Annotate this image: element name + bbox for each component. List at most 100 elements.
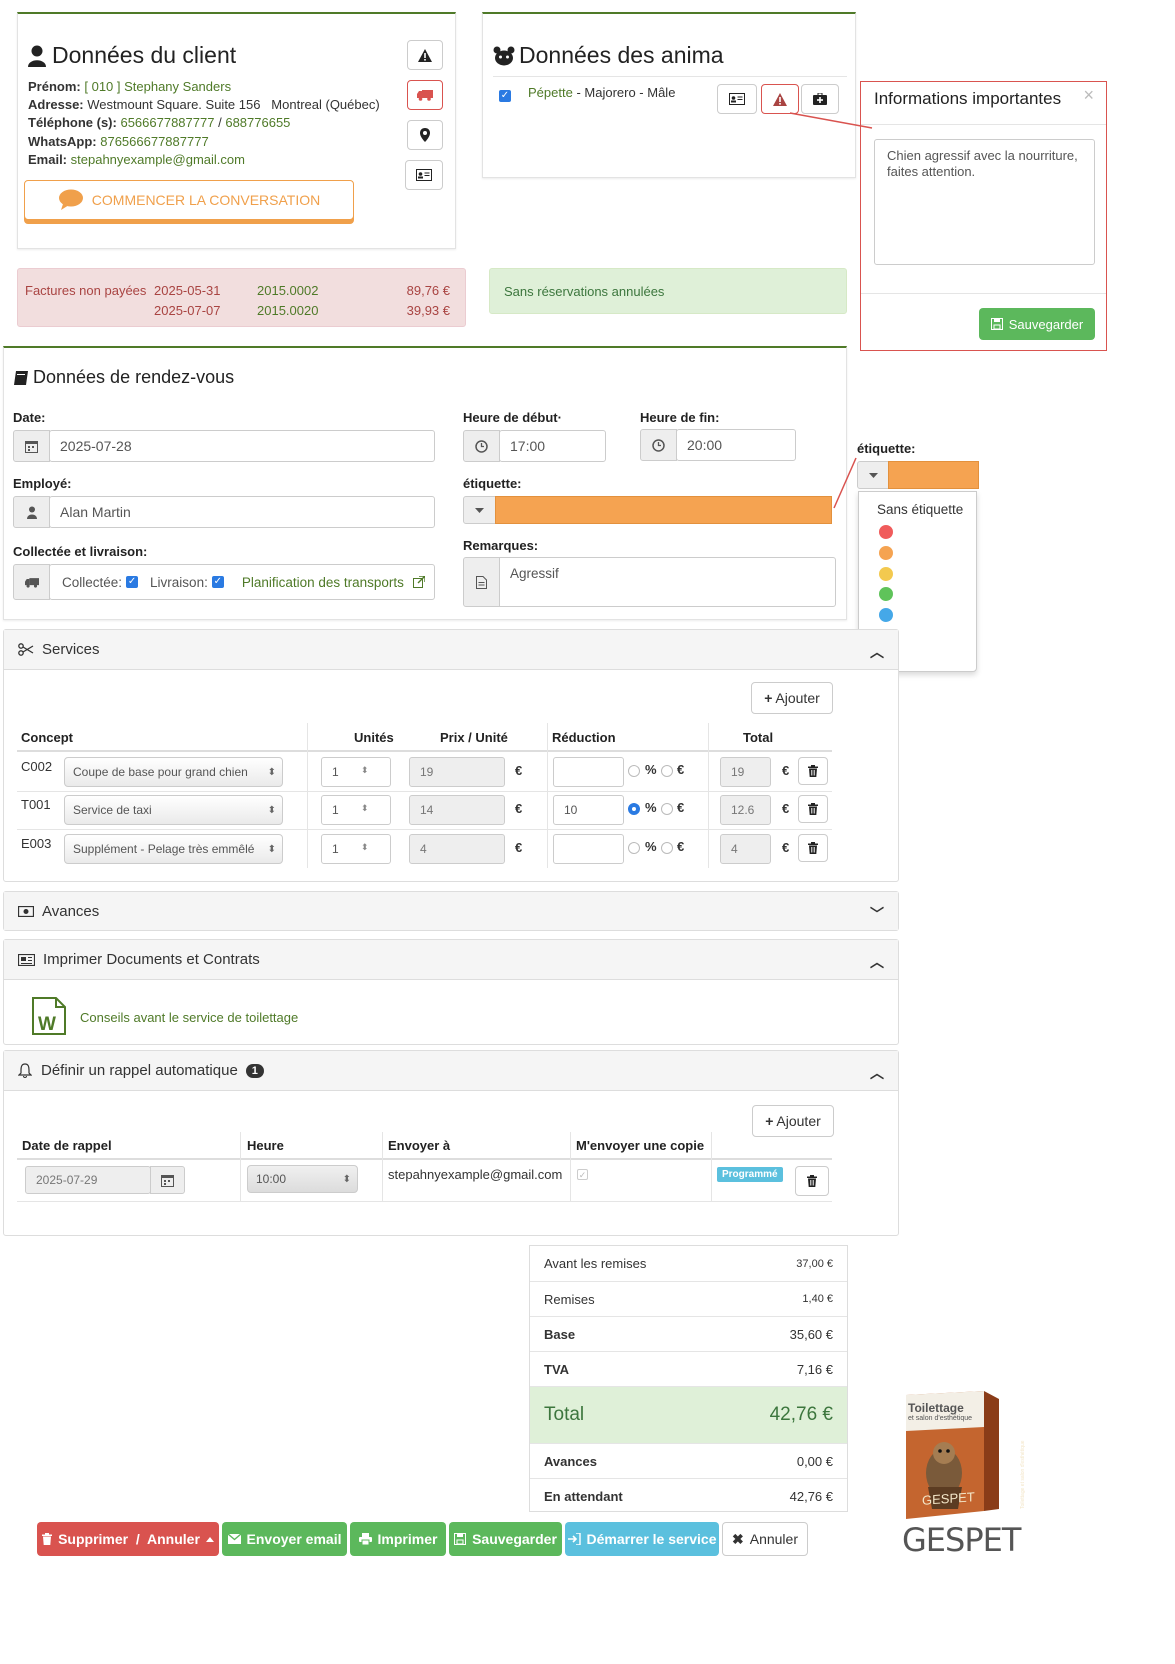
currency-label: € xyxy=(515,801,523,816)
reminder-date-input[interactable]: 2025-07-29 xyxy=(25,1166,151,1194)
gespet-product-box: Toilettage et salon d'esthétique Toilett… xyxy=(906,1391,1026,1519)
delete-service-button[interactable] xyxy=(798,757,828,785)
document-link[interactable]: Conseils avant le service de toilettage xyxy=(80,1010,298,1025)
end-time-input[interactable]: 20:00 xyxy=(676,429,796,461)
discount-input[interactable]: 10 xyxy=(553,795,624,825)
newspaper-icon xyxy=(18,953,35,966)
units-input[interactable]: 1 xyxy=(321,795,391,825)
pet-card-button[interactable] xyxy=(717,84,757,114)
save-button[interactable]: Sauvegarder xyxy=(449,1522,562,1556)
map-location-button[interactable] xyxy=(407,120,443,150)
documents-header[interactable]: Imprimer Documents et Contrats ︿ xyxy=(4,940,898,980)
units-spinner-icon[interactable]: ⬍ xyxy=(361,765,369,776)
units-spinner-icon[interactable]: ⬍ xyxy=(361,842,369,853)
start-conversation-button[interactable]: COMMENCER LA CONVERSATION xyxy=(24,180,354,220)
client-title: Données du client xyxy=(28,42,236,69)
discount-euro-radio[interactable] xyxy=(661,803,673,815)
status-badge: Programmé xyxy=(717,1167,783,1182)
chevron-up-icon[interactable]: ︿ xyxy=(870,952,884,972)
cancellations-alert: Sans réservations annulées xyxy=(489,268,847,314)
discount-euro-radio[interactable] xyxy=(661,842,673,854)
tag-option-color[interactable] xyxy=(879,566,893,581)
line-total-input: 19 xyxy=(720,757,771,787)
reminder-calendar-button[interactable] xyxy=(150,1166,185,1194)
advances-section: Avances ﹀ xyxy=(3,891,899,931)
currency-label: € xyxy=(677,839,685,854)
caret-down-icon xyxy=(868,472,878,478)
chevron-up-icon[interactable]: ︿ xyxy=(870,642,884,662)
floppy-icon xyxy=(990,318,1003,330)
tag-color-swatch[interactable] xyxy=(888,461,979,489)
email-link[interactable]: stepahnyexample@gmail.com xyxy=(71,152,245,167)
id-card-button[interactable] xyxy=(405,160,443,190)
animal-icon xyxy=(493,46,515,65)
phone-link-1[interactable]: 6566677887777 xyxy=(120,115,214,130)
add-reminder-button[interactable]: + Ajouter xyxy=(752,1105,834,1137)
tag-option-color[interactable] xyxy=(879,608,893,623)
transport-planning-link[interactable]: Planification des transports xyxy=(242,575,404,590)
units-spinner-icon[interactable]: ⬍ xyxy=(361,803,369,814)
delete-reminder-button[interactable] xyxy=(795,1166,829,1196)
service-select[interactable]: Supplément - Pelage très emmêlé xyxy=(64,834,283,864)
remarks-textarea[interactable]: Agressif xyxy=(499,557,836,607)
tag-option-color[interactable] xyxy=(879,545,893,560)
pet-name-link[interactable]: Pépette xyxy=(528,85,573,100)
tag-option-color[interactable] xyxy=(879,587,893,602)
warning-icon xyxy=(418,48,432,62)
units-input[interactable]: 1 xyxy=(321,834,391,864)
cancel-button[interactable]: ✖ Annuler xyxy=(722,1522,808,1556)
discount-percent-radio[interactable] xyxy=(628,803,640,815)
chevron-down-icon[interactable]: ﹀ xyxy=(870,904,884,924)
delete-service-button[interactable] xyxy=(798,834,828,862)
phone-link-2[interactable]: 688776655 xyxy=(225,115,290,130)
currency-label: € xyxy=(782,801,790,816)
word-document-icon[interactable]: W xyxy=(32,997,66,1035)
close-icon[interactable]: × xyxy=(1083,85,1094,106)
start-service-button[interactable]: Démarrer le service xyxy=(565,1522,719,1556)
whatsapp-link[interactable]: 876566677887777 xyxy=(100,134,208,149)
discount-input[interactable] xyxy=(553,757,624,787)
tag-option-none[interactable]: Sans étiquette xyxy=(877,502,963,517)
delivery-checkbox[interactable]: ✓ xyxy=(211,576,224,588)
chevron-up-icon[interactable]: ︿ xyxy=(870,1063,884,1083)
floppy-icon xyxy=(454,1533,467,1545)
documents-section: Imprimer Documents et Contrats ︿ xyxy=(3,939,899,1045)
print-button[interactable]: Imprimer xyxy=(350,1522,446,1556)
reminder-header[interactable]: Définir un rappel automatique 1 ︿ xyxy=(4,1051,898,1091)
tag-dropdown-toggle-open[interactable] xyxy=(857,461,889,489)
discount-percent-radio[interactable] xyxy=(628,842,640,854)
chat-bubble-icon xyxy=(58,189,83,210)
pet-checkbox[interactable]: ✓ xyxy=(499,87,511,102)
dropdown-connector xyxy=(833,457,857,509)
discount-input[interactable] xyxy=(553,834,624,864)
delete-service-button[interactable] xyxy=(798,795,828,823)
copy-checkbox[interactable]: ✓ xyxy=(577,1169,588,1180)
start-time-input[interactable]: 17:00 xyxy=(499,430,606,462)
warning-button[interactable] xyxy=(407,40,443,70)
discount-euro-radio[interactable] xyxy=(661,765,673,777)
units-input[interactable]: 1 xyxy=(321,757,391,787)
service-select[interactable]: Service de taxi xyxy=(64,795,283,825)
save-important-button[interactable]: Sauvegarder xyxy=(979,308,1095,340)
tag-option-color[interactable] xyxy=(879,525,893,539)
trash-icon xyxy=(808,842,818,854)
date-input[interactable]: 2025-07-28 xyxy=(49,430,435,462)
employee-input[interactable]: Alan Martin xyxy=(49,496,435,528)
send-email-button[interactable]: Envoyer email xyxy=(222,1522,347,1556)
important-note-textarea[interactable]: Chien agressif avec la nourriture, faite… xyxy=(874,139,1095,265)
reminder-count-badge: 1 xyxy=(245,1063,264,1078)
tag-color-swatch[interactable] xyxy=(495,496,832,524)
transport-button[interactable] xyxy=(407,80,443,110)
reminder-time-select[interactable]: 10:00 xyxy=(247,1165,358,1193)
client-name-link[interactable]: [ 010 ] Stephany Sanders xyxy=(84,79,231,94)
collected-checkbox[interactable]: ✓ xyxy=(126,576,139,588)
delete-cancel-dropdown-button[interactable]: Supprimer / Annuler xyxy=(37,1522,219,1556)
add-service-button[interactable]: + Ajouter xyxy=(751,682,833,714)
popover-connector xyxy=(789,112,873,129)
services-header[interactable]: Services ︿ xyxy=(4,630,898,670)
discount-percent-radio[interactable] xyxy=(628,765,640,777)
tag-dropdown-toggle[interactable] xyxy=(463,496,496,524)
service-select[interactable]: Coupe de base pour grand chien xyxy=(64,757,283,787)
medkit-icon xyxy=(813,93,827,105)
advances-header[interactable]: Avances ﹀ xyxy=(4,892,898,930)
